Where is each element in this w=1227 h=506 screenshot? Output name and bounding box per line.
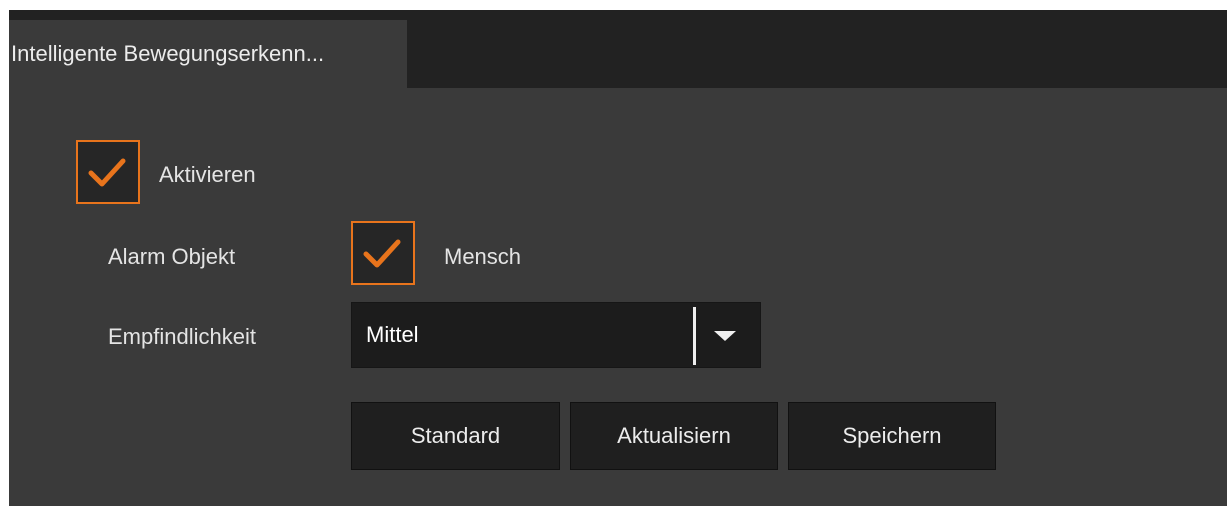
settings-panel: Intelligente Bewegungserkenn... Aktivier… bbox=[9, 10, 1227, 506]
checkmark-icon bbox=[363, 239, 401, 268]
tab-bar: Intelligente Bewegungserkenn... bbox=[9, 10, 1227, 88]
enable-checkbox[interactable] bbox=[76, 140, 140, 204]
save-button[interactable]: Speichern bbox=[788, 402, 996, 470]
chevron-down-icon[interactable] bbox=[714, 331, 736, 341]
standard-button[interactable]: Standard bbox=[351, 402, 560, 470]
select-divider bbox=[693, 307, 696, 365]
enable-label: Aktivieren bbox=[159, 162, 256, 187]
sensitivity-select[interactable]: Mittel bbox=[351, 302, 761, 368]
sensitivity-label: Empfindlichkeit bbox=[108, 324, 256, 349]
refresh-button[interactable]: Aktualisiern bbox=[570, 402, 778, 470]
sensitivity-value: Mittel bbox=[366, 322, 419, 347]
human-checkbox[interactable] bbox=[351, 221, 415, 285]
checkmark-icon bbox=[88, 158, 126, 187]
human-label: Mensch bbox=[444, 244, 522, 269]
alarm-object-label: Alarm Objekt bbox=[108, 244, 236, 269]
tab-intelligent-motion-detection[interactable]: Intelligente Bewegungserkenn... bbox=[9, 20, 407, 88]
